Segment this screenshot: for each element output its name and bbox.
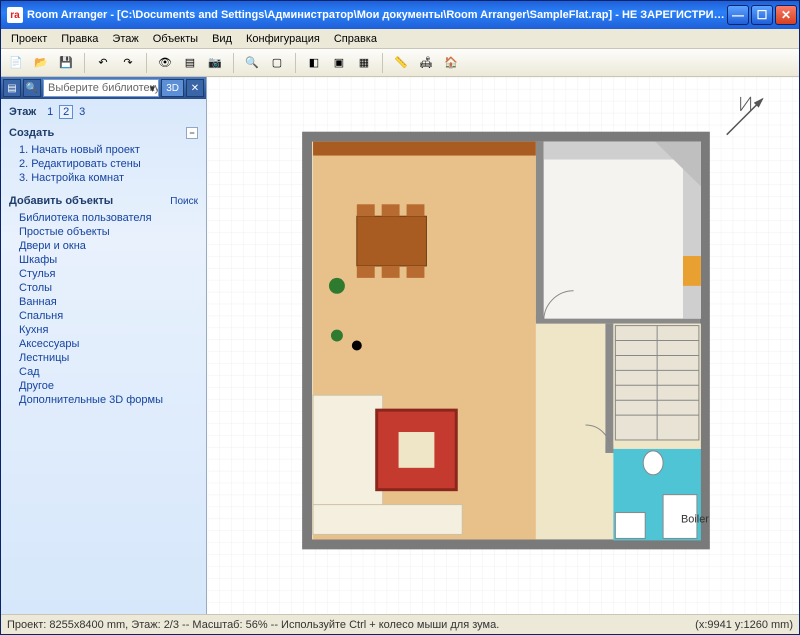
add-link[interactable]: Двери и окна [9,239,198,253]
floor-label: Этаж [9,106,36,118]
create-title-text: Создать [9,127,54,139]
floor-1[interactable]: 1 [43,105,57,119]
add-link[interactable]: Лестницы [9,351,198,365]
cube-button[interactable]: ◧ [303,52,325,74]
select-button[interactable]: ▢ [266,52,288,74]
menu-правка[interactable]: Правка [55,31,104,47]
add-link[interactable]: Ванная [9,295,198,309]
library-dropdown[interactable]: Выберите библиотеку... [43,79,159,97]
new-button[interactable]: 📄 [5,52,27,74]
view-button[interactable]: 👁 [154,52,176,74]
box-button[interactable]: ▣ [328,52,350,74]
wall-button[interactable]: ▦ [353,52,375,74]
titlebar: ra Room Arranger - [C:\Documents and Set… [1,1,799,29]
add-section-title: Добавить объекты Поиск [9,195,198,207]
search-link[interactable]: Поиск [170,196,198,207]
add-link[interactable]: Столы [9,281,198,295]
create-section-title: Создать − [9,127,198,139]
close-button[interactable]: ✕ [775,5,797,25]
toolbar-separator [84,53,85,73]
measure-button[interactable]: 📏 [390,52,412,74]
window-controls: — ☐ ✕ [727,5,797,25]
sidebar-header: ▤ 🔍 Выберите библиотеку... 3D ✕ [1,77,206,99]
zoom-button[interactable]: 🔍 [241,52,263,74]
add-link[interactable]: Другое [9,379,198,393]
window-title: Room Arranger - [C:\Documents and Settin… [27,9,727,21]
main-area: ▤ 🔍 Выберите библиотеку... 3D ✕ Этаж 123… [1,77,799,614]
add-link[interactable]: Простые объекты [9,225,198,239]
menu-справка[interactable]: Справка [328,31,383,47]
app-icon: ra [7,7,23,23]
add-link[interactable]: Шкафы [9,253,198,267]
floor-selector: Этаж 123 [9,105,198,119]
add-link[interactable]: Аксессуары [9,337,198,351]
maximize-button[interactable]: ☐ [751,5,773,25]
add-link[interactable]: Кухня [9,323,198,337]
house-button[interactable]: 🏠 [440,52,462,74]
redo-button[interactable]: ↷ [117,52,139,74]
canvas[interactable]: Boiler [207,77,799,614]
add-link[interactable]: Библиотека пользователя [9,211,198,225]
menu-объекты[interactable]: Объекты [147,31,204,47]
add-link[interactable]: Сад [9,365,198,379]
add-link[interactable]: Стулья [9,267,198,281]
minimize-button[interactable]: — [727,5,749,25]
menu-этаж[interactable]: Этаж [106,31,144,47]
toolbar-separator [295,53,296,73]
library-icon[interactable]: ▤ [3,79,21,97]
furniture-button[interactable]: 🛋 [415,52,437,74]
view-3d-toggle[interactable]: 3D [161,79,184,97]
add-link[interactable]: Дополнительные 3D формы [9,393,198,407]
menu-конфигурация[interactable]: Конфигурация [240,31,326,47]
open-button[interactable]: 📂 [30,52,52,74]
toolbar-separator [382,53,383,73]
close-panel-icon[interactable]: ✕ [186,79,204,97]
create-link[interactable]: 1. Начать новый проект [9,143,198,157]
menu-проект[interactable]: Проект [5,31,53,47]
toolbar: 📄📂💾 ↶↷ 👁▤📷 🔍▢ ◧▣▦ 📏🛋🏠 [1,49,799,77]
status-right: (x:9941 y:1260 mm) [695,619,793,631]
undo-button[interactable]: ↶ [92,52,114,74]
collapse-icon[interactable]: − [186,127,198,139]
boiler-label: Boiler [681,514,709,526]
floor-3[interactable]: 3 [75,105,89,119]
search-icon[interactable]: 🔍 [23,79,41,97]
add-link[interactable]: Спальня [9,309,198,323]
floor-2[interactable]: 2 [59,105,73,119]
add-title-text: Добавить объекты [9,195,113,207]
toolbar-separator [146,53,147,73]
sidebar-body: Этаж 123 Создать − 1. Начать новый проек… [1,99,206,614]
create-link[interactable]: 2. Редактировать стены [9,157,198,171]
statusbar: Проект: 8255x8400 mm, Этаж: 2/3 -- Масшт… [1,614,799,634]
toolbar-separator [233,53,234,73]
camera-button[interactable]: 📷 [204,52,226,74]
status-left: Проект: 8255x8400 mm, Этаж: 2/3 -- Масшт… [7,619,695,631]
menubar: ПроектПравкаЭтажОбъектыВидКонфигурацияСп… [1,29,799,49]
layers-button[interactable]: ▤ [179,52,201,74]
menu-вид[interactable]: Вид [206,31,238,47]
save-button[interactable]: 💾 [55,52,77,74]
sidebar: ▤ 🔍 Выберите библиотеку... 3D ✕ Этаж 123… [1,77,207,614]
create-link[interactable]: 3. Настройка комнат [9,171,198,185]
